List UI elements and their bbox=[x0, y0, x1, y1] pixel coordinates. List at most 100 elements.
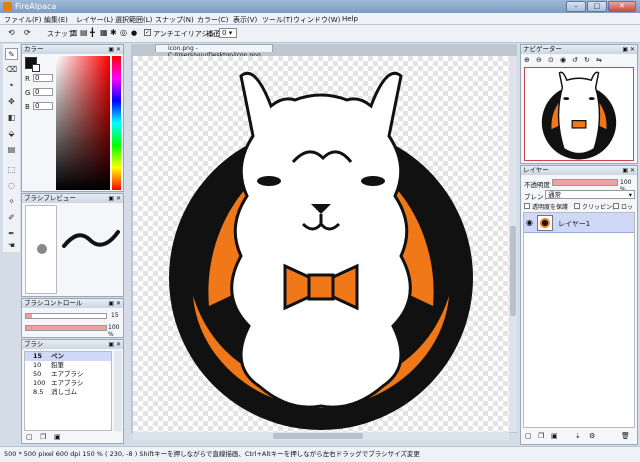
title-bar: FireAlpaca – □ ✕ bbox=[0, 0, 640, 13]
canvas-horizontal-scrollbar[interactable] bbox=[133, 432, 509, 440]
layer-properties-icon[interactable]: ⚙ bbox=[589, 432, 595, 440]
protect-alpha-label: 透明度を保護 bbox=[532, 204, 569, 211]
pin-icon[interactable]: ▣ ✕ bbox=[108, 340, 121, 349]
g-input[interactable]: 0 bbox=[33, 88, 53, 96]
delete-brush-icon[interactable]: ▣ bbox=[54, 433, 61, 441]
antialias-checkbox[interactable]: ✓ bbox=[144, 29, 151, 36]
brush-list-scrollbar[interactable] bbox=[114, 351, 122, 431]
vertical-scroll-thumb[interactable] bbox=[510, 226, 516, 316]
canvas-vertical-scrollbar[interactable] bbox=[509, 56, 517, 432]
snap-parallel-icon[interactable]: ▤ bbox=[80, 28, 88, 37]
zoom-actual-icon[interactable]: ◉ bbox=[560, 56, 566, 64]
layer-row[interactable]: ◉ レイヤー1 bbox=[524, 213, 634, 233]
eraser-tool-icon[interactable]: ⌫ bbox=[5, 64, 18, 76]
select-tool-icon[interactable]: ⬚ bbox=[5, 164, 18, 176]
rotate-right-icon[interactable]: ↻ bbox=[584, 56, 590, 64]
protect-alpha-checkbox[interactable] bbox=[524, 203, 530, 209]
snap-radial-icon[interactable]: ✱ bbox=[110, 28, 117, 37]
navigator-thumbnail bbox=[541, 71, 617, 160]
snap-off-icon[interactable]: ▥ bbox=[70, 28, 78, 37]
brush-item-airbrush-large[interactable]: 100 エアブラシ bbox=[25, 379, 111, 388]
correction-select[interactable]: 0 ▾ bbox=[219, 28, 237, 38]
flip-icon[interactable]: ⇋ bbox=[596, 56, 602, 64]
brush-item-pen[interactable]: 15 ペン bbox=[25, 352, 111, 361]
lasso-tool-icon[interactable]: ◌ bbox=[5, 180, 18, 192]
new-layer-icon[interactable]: ▢ bbox=[525, 432, 532, 440]
document-tab[interactable]: icon.png - C:/Users/yuu/Desktop/icon.png bbox=[155, 44, 273, 59]
lock-checkbox[interactable] bbox=[613, 203, 619, 209]
brush-opacity-slider[interactable] bbox=[25, 325, 107, 331]
horizontal-scroll-thumb[interactable] bbox=[273, 433, 363, 439]
navigator-preview[interactable] bbox=[524, 67, 634, 161]
menu-edit[interactable]: 編集(E) bbox=[44, 15, 68, 25]
brush-preview-title: ブラシプレビュー bbox=[24, 194, 76, 202]
secondary-color-swatch[interactable] bbox=[32, 64, 40, 72]
gradient-tool-icon[interactable]: ▤ bbox=[5, 144, 18, 156]
snap-grid-icon[interactable]: ▦ bbox=[100, 28, 108, 37]
pin-icon[interactable]: ▣ ✕ bbox=[622, 45, 635, 54]
magic-wand-icon[interactable]: ✧ bbox=[5, 196, 18, 208]
snap-cross-icon[interactable]: ╋ bbox=[90, 28, 95, 37]
brush-size: 15 bbox=[33, 352, 43, 360]
maximize-button[interactable]: □ bbox=[587, 1, 607, 12]
brush-item-pencil[interactable]: 10 鉛筆 bbox=[25, 361, 111, 370]
layer-title: レイヤー bbox=[523, 166, 549, 174]
merge-layer-icon[interactable]: ⇣ bbox=[575, 432, 581, 440]
bucket-tool-icon[interactable]: ⬙ bbox=[5, 128, 18, 140]
menu-tools[interactable]: ツール(T) bbox=[262, 15, 293, 25]
menu-snap[interactable]: スナップ(N) bbox=[155, 15, 194, 25]
menu-file[interactable]: ファイル(F) bbox=[4, 15, 42, 25]
move-tool-icon[interactable]: ✥ bbox=[5, 96, 18, 108]
menu-view[interactable]: 表示(V) bbox=[233, 15, 257, 25]
zoom-in-icon[interactable]: ⊕ bbox=[524, 56, 530, 64]
layer-opacity-slider[interactable] bbox=[552, 179, 618, 186]
pen-tool-icon[interactable]: ✎ bbox=[5, 48, 18, 60]
blend-select[interactable]: 通常 ▾ bbox=[545, 190, 635, 199]
new-folder-icon[interactable]: ❐ bbox=[538, 432, 544, 440]
saturation-value-picker[interactable] bbox=[56, 56, 110, 190]
r-input[interactable]: 0 bbox=[33, 74, 53, 82]
select-pen-icon[interactable]: ✐ bbox=[5, 212, 18, 224]
close-button[interactable]: ✕ bbox=[608, 1, 636, 12]
b-input[interactable]: 0 bbox=[33, 102, 53, 110]
navigator-title: ナビゲーター bbox=[523, 45, 562, 53]
dot-tool-icon[interactable]: • bbox=[5, 80, 18, 92]
duplicate-brush-icon[interactable]: ❐ bbox=[40, 433, 46, 441]
pin-icon[interactable]: ▣ ✕ bbox=[108, 299, 121, 308]
canvas[interactable] bbox=[133, 56, 509, 432]
snap-curve-icon[interactable]: ● bbox=[131, 29, 137, 37]
menu-color[interactable]: カラー(C) bbox=[197, 15, 228, 25]
zoom-fit-icon[interactable]: ⊙ bbox=[548, 56, 554, 64]
zoom-out-icon[interactable]: ⊖ bbox=[536, 56, 542, 64]
brush-control-panel: ブラシコントロール ▣ ✕ 15 100 % bbox=[21, 298, 124, 338]
snap-circle-icon[interactable]: ◎ bbox=[120, 28, 127, 37]
eyedropper-icon[interactable]: ✒ bbox=[5, 228, 18, 240]
duplicate-layer-icon[interactable]: ▣ bbox=[551, 432, 558, 440]
hue-slider[interactable] bbox=[112, 56, 121, 190]
minimize-button[interactable]: – bbox=[566, 1, 586, 12]
menu-help[interactable]: Help bbox=[342, 15, 358, 23]
brush-preview-panel: ブラシプレビュー ▣ ✕ bbox=[21, 193, 124, 297]
layer-header: レイヤー ▣ ✕ bbox=[521, 166, 637, 175]
add-brush-icon[interactable]: ▢ bbox=[26, 433, 33, 441]
hand-tool-icon[interactable]: ☚ bbox=[5, 240, 18, 252]
menu-selection[interactable]: 選択範囲(L) bbox=[115, 15, 152, 25]
redo-icon[interactable]: ⟳ bbox=[24, 28, 31, 37]
brush-item-eraser[interactable]: 8.5 消しゴム bbox=[25, 388, 111, 397]
menu-window[interactable]: ウィンドウ(W) bbox=[293, 15, 340, 25]
pin-icon[interactable]: ▣ ✕ bbox=[108, 45, 121, 54]
brush-item-airbrush[interactable]: 50 エアブラシ bbox=[25, 370, 111, 379]
brush-size-fill bbox=[26, 314, 33, 318]
menu-layer[interactable]: レイヤー(L) bbox=[76, 15, 113, 25]
alpaca-artwork bbox=[169, 71, 473, 430]
pin-icon[interactable]: ▣ ✕ bbox=[622, 166, 635, 175]
delete-layer-icon[interactable]: 🗑 bbox=[621, 432, 630, 440]
brush-name: 鉛筆 bbox=[51, 361, 64, 369]
clipping-checkbox[interactable] bbox=[574, 203, 580, 209]
eye-icon[interactable]: ◉ bbox=[526, 218, 533, 227]
pin-icon[interactable]: ▣ ✕ bbox=[108, 194, 121, 203]
undo-icon[interactable]: ⟲ bbox=[8, 28, 15, 37]
brush-size-slider[interactable] bbox=[25, 313, 107, 319]
rotate-left-icon[interactable]: ↺ bbox=[572, 56, 578, 64]
fill-tool-icon[interactable]: ◧ bbox=[5, 112, 18, 124]
